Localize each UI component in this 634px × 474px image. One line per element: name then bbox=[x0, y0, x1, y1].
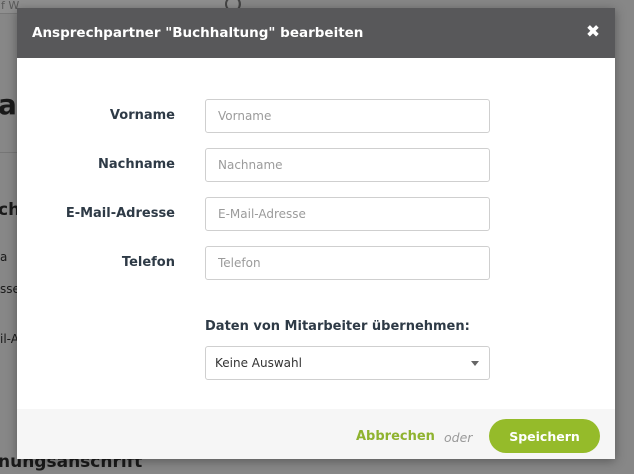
employee-select-value: Keine Auswahl bbox=[215, 356, 302, 370]
employee-select[interactable]: Keine Auswahl bbox=[205, 346, 490, 380]
save-button[interactable]: Speichern bbox=[489, 419, 600, 453]
or-separator: oder bbox=[444, 430, 473, 445]
first-name-input[interactable] bbox=[205, 99, 490, 133]
close-icon[interactable]: ✖ bbox=[584, 22, 602, 42]
last-name-input[interactable] bbox=[205, 148, 490, 182]
form-row-email: E-Mail-Adresse bbox=[17, 197, 615, 231]
phone-input[interactable] bbox=[205, 246, 490, 280]
chevron-down-icon bbox=[471, 361, 479, 366]
last-name-label: Nachname bbox=[97, 157, 175, 172]
dialog-title: Ansprechpartner "Buchhaltung" bearbeiten bbox=[32, 25, 364, 41]
dialog-header: Ansprechpartner "Buchhaltung" bearbeiten… bbox=[17, 8, 615, 58]
edit-contact-dialog: Ansprechpartner "Buchhaltung" bearbeiten… bbox=[17, 8, 615, 459]
first-name-label: Vorname bbox=[109, 108, 175, 123]
form-row-phone: Telefon bbox=[17, 246, 615, 280]
cancel-button[interactable]: Abbrechen bbox=[356, 429, 435, 444]
copy-from-employee-label: Daten von Mitarbeiter übernehmen: bbox=[205, 319, 470, 334]
form-row-last-name: Nachname bbox=[17, 148, 615, 182]
phone-label: Telefon bbox=[121, 255, 175, 270]
email-label: E-Mail-Adresse bbox=[65, 206, 175, 221]
form-row-first-name: Vorname bbox=[17, 99, 615, 133]
dialog-footer: Abbrechen oder Speichern bbox=[17, 409, 615, 459]
email-input[interactable] bbox=[205, 197, 490, 231]
